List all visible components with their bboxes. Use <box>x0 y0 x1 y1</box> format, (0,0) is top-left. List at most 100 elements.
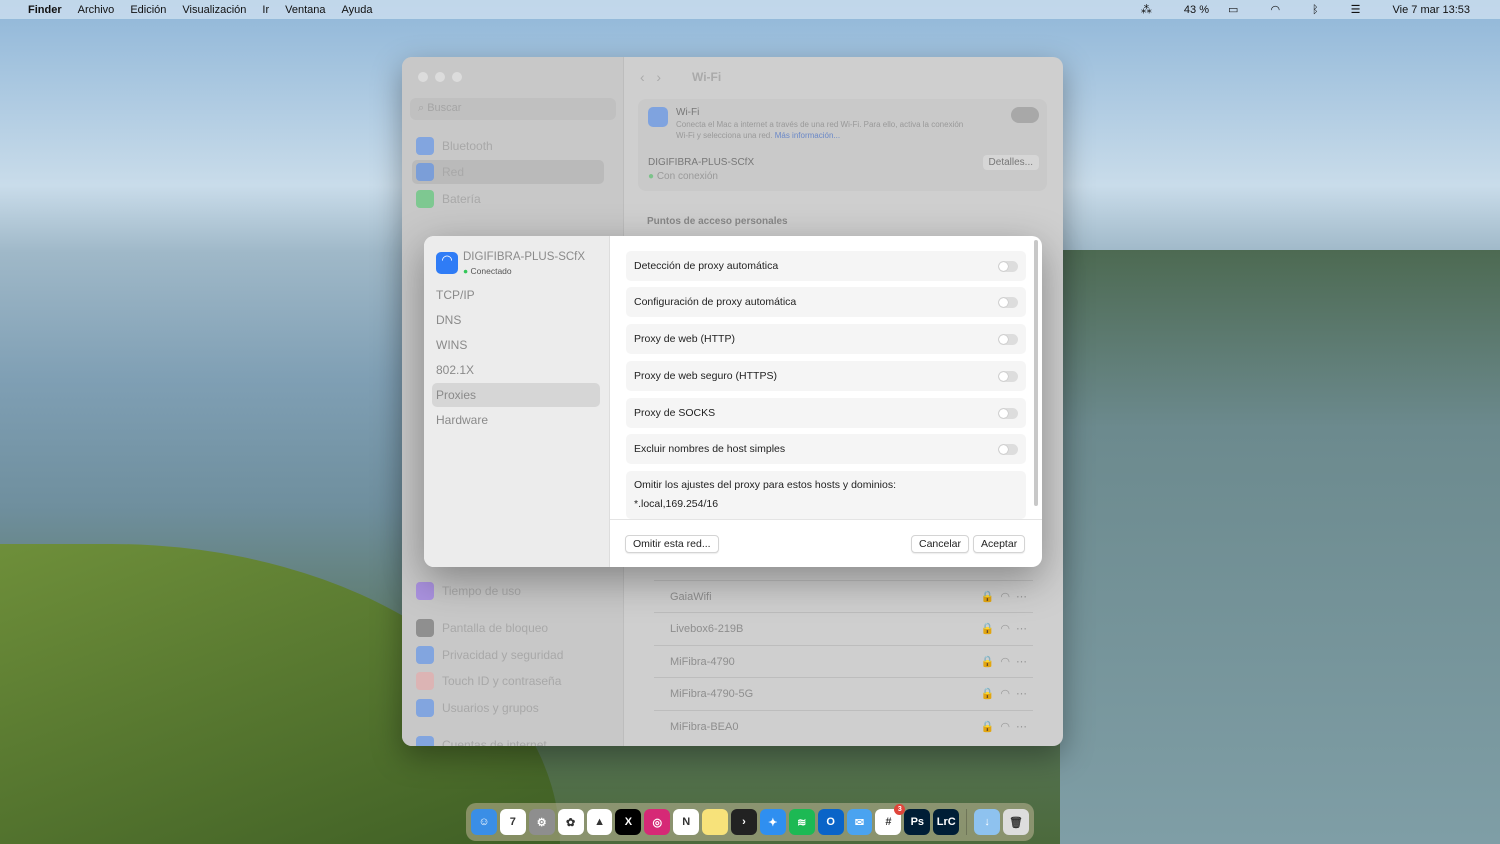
option-label: Proxy de web (HTTP) <box>634 333 735 345</box>
menu-edicion[interactable]: Edición <box>130 4 166 16</box>
control-center-icon[interactable]: ☰ <box>1351 3 1361 16</box>
tab-wins[interactable]: WINS <box>432 333 600 357</box>
dock-spotify-icon[interactable]: ≋ <box>788 809 815 835</box>
dock-safari-icon[interactable]: ✦ <box>759 809 786 835</box>
sidebar-item-bateria[interactable]: Batería <box>412 187 604 211</box>
dock-outlook-icon[interactable]: O <box>817 809 844 835</box>
network-name: MiFibra-4790 <box>670 655 735 668</box>
wifi-icon: ◠ <box>436 252 458 274</box>
menu-visualizacion[interactable]: Visualización <box>182 4 246 16</box>
option-label: Excluir nombres de host simples <box>634 443 786 455</box>
lock-wifi-more-icons[interactable]: 🔒◠⋯ <box>981 655 1033 668</box>
globe-icon <box>416 163 434 181</box>
dock-trash-icon[interactable]: 🗑 <box>1003 809 1029 835</box>
bluetooth-icon[interactable]: ᛒ <box>1312 4 1319 16</box>
http-proxy-toggle[interactable] <box>998 333 1018 345</box>
wifi-icon <box>648 107 668 127</box>
exclude-simple-hosts-toggle[interactable] <box>998 443 1018 455</box>
lock-wifi-more-icons[interactable]: 🔒◠⋯ <box>981 622 1033 635</box>
sidebar-item-privacidad[interactable]: Privacidad y seguridad <box>412 643 604 667</box>
wifi-icon[interactable]: ◠ <box>1270 3 1280 16</box>
tab-dns[interactable]: DNS <box>432 308 600 332</box>
sidebar-label: Tiempo de uso <box>442 584 521 598</box>
divider <box>610 519 1042 520</box>
dock-photoshop-icon[interactable]: Ps <box>904 809 931 835</box>
bypass-hosts-section: Omitir los ajustes del proxy para estos … <box>626 471 1026 519</box>
wifi-toggle[interactable] <box>1011 107 1039 123</box>
bypass-hosts-input[interactable]: *.local,169.254/16 <box>634 498 1018 510</box>
sidebar-label: Usuarios y grupos <box>442 701 539 715</box>
sidebar-item-touch-id[interactable]: Touch ID y contraseña <box>412 669 604 693</box>
lock-wifi-more-icons[interactable]: 🔒◠⋯ <box>981 720 1033 733</box>
dock-instagram-icon[interactable]: ◎ <box>644 809 671 835</box>
more-info-link[interactable]: Más información... <box>775 131 840 140</box>
lock-wifi-more-icons[interactable]: 🔒◠⋯ <box>981 590 1033 603</box>
zoom-button[interactable] <box>452 72 462 82</box>
status-dot: ● <box>463 266 469 276</box>
fingerprint-icon <box>416 672 434 690</box>
sidebar-item-tiempo-de-uso[interactable]: Tiempo de uso <box>412 579 604 603</box>
proxy-auto-detect-toggle[interactable] <box>998 260 1018 272</box>
status-app-icon[interactable]: ⁂ <box>1141 3 1152 16</box>
tab-proxies[interactable]: Proxies <box>432 383 600 407</box>
tab-tcpip[interactable]: TCP/IP <box>432 283 600 307</box>
battery-status[interactable]: 43 % ▭ <box>1184 3 1239 16</box>
tab-8021x[interactable]: 802.1X <box>432 358 600 382</box>
sidebar-item-usuarios[interactable]: Usuarios y grupos <box>412 696 604 720</box>
network-row[interactable]: MiFibra-BEA0 🔒◠⋯ <box>654 710 1033 742</box>
proxy-auto-config-toggle[interactable] <box>998 296 1018 308</box>
network-row[interactable]: MiFibra-4790 🔒◠⋯ <box>654 645 1033 677</box>
dock-system-settings-icon[interactable]: ⚙ <box>528 809 555 835</box>
dock-photos-icon[interactable]: ✿ <box>557 809 584 835</box>
https-proxy-toggle[interactable] <box>998 370 1018 382</box>
socks-proxy-toggle[interactable] <box>998 407 1018 419</box>
status-dot: ● <box>648 171 655 182</box>
sidebar-label: Batería <box>442 192 481 206</box>
menu-ventana[interactable]: Ventana <box>285 4 325 16</box>
sidebar-item-pantalla-de-bloqueo[interactable]: Pantalla de bloqueo <box>412 616 604 640</box>
network-row[interactable]: Livebox6-219B 🔒◠⋯ <box>654 612 1033 644</box>
network-row[interactable]: MiFibra-4790-5G 🔒◠⋯ <box>654 677 1033 709</box>
menu-archivo[interactable]: Archivo <box>78 4 115 16</box>
tab-hardware[interactable]: Hardware <box>432 408 600 432</box>
minimize-button[interactable] <box>435 72 445 82</box>
back-forward-icons[interactable]: ‹ › <box>640 69 661 85</box>
dock-lightroom-classic-icon[interactable]: LrC <box>933 809 960 835</box>
sidebar-item-cuentas[interactable]: Cuentas de internet <box>412 733 604 746</box>
network-row[interactable]: GaiaWifi 🔒◠⋯ <box>654 580 1033 612</box>
dock-x-icon[interactable]: X <box>615 809 642 835</box>
menu-ayuda[interactable]: Ayuda <box>342 4 373 16</box>
dialog-sidebar: ◠ DIGIFIBRA-PLUS-SCfX ● Conectado TCP/IP… <box>424 236 610 567</box>
sidebar-label: Pantalla de bloqueo <box>442 621 549 635</box>
lock-wifi-more-icons[interactable]: 🔒◠⋯ <box>981 687 1033 700</box>
sidebar-item-bluetooth[interactable]: Bluetooth <box>412 134 604 158</box>
sidebar-label: Touch ID y contraseña <box>442 674 562 688</box>
scrollbar[interactable] <box>1034 240 1038 506</box>
dock-plex-icon[interactable]: › <box>731 809 757 835</box>
dock-mail-icon[interactable]: ✉ <box>846 809 873 835</box>
forget-network-button[interactable]: Omitir esta red... <box>625 535 719 553</box>
search-input[interactable]: ⌕ Buscar <box>410 98 616 120</box>
wallpaper-sea <box>1060 250 1500 844</box>
dock-calendar-icon[interactable]: 7 <box>499 809 526 835</box>
dock-notes-icon[interactable] <box>702 809 729 835</box>
dialog-status: ● Conectado <box>463 266 512 276</box>
close-button[interactable] <box>418 72 428 82</box>
clock[interactable]: Vie 7 mar 13:53 <box>1393 4 1470 16</box>
dock-google-drive-icon[interactable]: ▲ <box>586 809 613 835</box>
details-button[interactable]: Detalles... <box>982 155 1039 170</box>
menu-finder[interactable]: Finder <box>28 4 62 16</box>
cancel-button[interactable]: Cancelar <box>911 535 970 553</box>
dock-downloads-icon[interactable]: ↓ <box>974 809 1001 835</box>
dock-notion-icon[interactable]: N <box>673 809 700 835</box>
socks-proxy-row: Proxy de SOCKS <box>626 398 1026 428</box>
ok-button[interactable]: Aceptar <box>973 535 1026 553</box>
sidebar-item-red[interactable]: Red <box>412 160 604 184</box>
dock-finder-icon[interactable]: ☺ <box>471 809 497 835</box>
dock-slack-icon[interactable]: #3 <box>875 804 906 835</box>
menu-ir[interactable]: Ir <box>262 4 269 16</box>
users-icon <box>416 699 434 717</box>
http-proxy-row: Proxy de web (HTTP) <box>626 324 1026 354</box>
dock: ☺ 7 ⚙ ✿ ▲ X ◎ N › ✦ ≋ O ✉ #3 Ps LrC ↓ 🗑 <box>466 803 1034 841</box>
battery-percent: 43 % <box>1183 4 1209 16</box>
